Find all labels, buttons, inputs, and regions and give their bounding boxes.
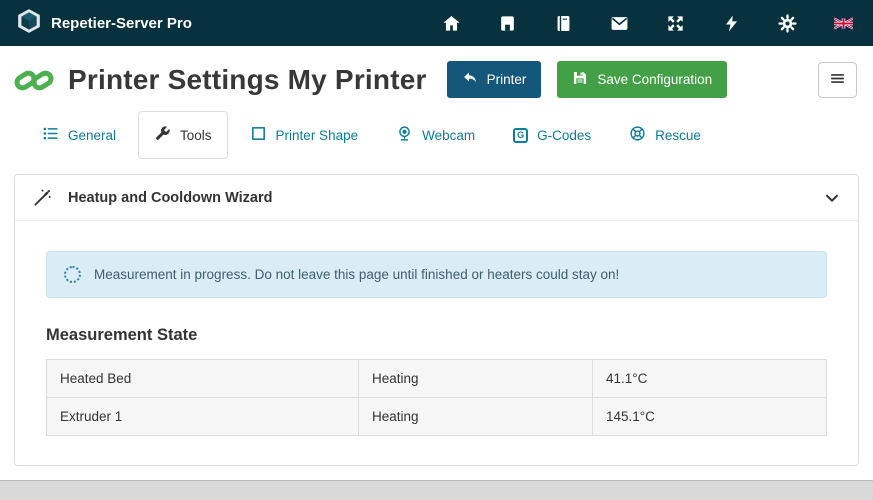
tab-label: Rescue	[655, 128, 701, 143]
tab-webcam[interactable]: Webcam	[380, 111, 491, 159]
power-bolt-icon[interactable]	[722, 14, 741, 33]
spinner-icon	[64, 266, 81, 283]
tab-label: General	[68, 128, 116, 143]
device-cell: Heated Bed	[47, 360, 359, 398]
printer-back-button[interactable]: Printer	[447, 61, 542, 98]
temperature-cell: 41.1°C	[593, 360, 827, 398]
save-configuration-button[interactable]: Save Configuration	[557, 61, 727, 98]
panel-header-toggle[interactable]: Heatup and Cooldown Wizard	[15, 175, 858, 221]
brand-home-link[interactable]: Repetier-Server Pro	[16, 8, 192, 38]
settings-tabs: General Tools Printer Shape Webcam G G-C…	[0, 111, 873, 159]
tab-label: G-Codes	[537, 128, 591, 143]
device-cell: Extruder 1	[47, 398, 359, 436]
temperature-cell: 145.1°C	[593, 398, 827, 436]
measurement-state-heading: Measurement State	[46, 326, 827, 345]
table-row: Extruder 1 Heating 145.1°C	[47, 398, 827, 436]
tab-tools[interactable]: Tools	[138, 111, 228, 159]
tab-label: Tools	[180, 128, 212, 143]
messages-mail-icon[interactable]	[610, 14, 629, 33]
chain-link-icon	[14, 62, 54, 98]
printer-icon[interactable]	[498, 14, 517, 33]
save-button-label: Save Configuration	[597, 72, 712, 87]
gcode-icon: G	[513, 128, 528, 143]
fullscreen-expand-icon[interactable]	[666, 14, 685, 33]
list-icon	[42, 125, 59, 145]
header-buttons: Printer Save Configuration	[447, 61, 728, 98]
life-buoy-icon	[629, 125, 646, 145]
wrench-icon	[154, 125, 171, 145]
panel-title: Heatup and Cooldown Wizard	[68, 190, 272, 206]
tab-general[interactable]: General	[26, 111, 132, 159]
app-window: Repetier-Server Pro	[0, 0, 873, 481]
tab-label: Webcam	[422, 128, 475, 143]
manual-book-icon[interactable]	[554, 14, 573, 33]
heatup-cooldown-panel: Heatup and Cooldown Wizard Measurement i…	[14, 174, 859, 466]
tab-printer-shape[interactable]: Printer Shape	[234, 111, 375, 159]
wizard-wand-icon	[33, 188, 52, 207]
printer-button-label: Printer	[487, 72, 527, 87]
tab-rescue[interactable]: Rescue	[613, 111, 717, 159]
hamburger-menu-button[interactable]	[818, 62, 857, 98]
webcam-icon	[396, 125, 413, 145]
repetier-logo-icon	[16, 8, 42, 38]
page-header: Printer Settings My Printer Printer	[0, 46, 873, 107]
measurement-progress-alert: Measurement in progress. Do not leave th…	[46, 251, 827, 298]
home-icon[interactable]	[442, 14, 461, 33]
alert-text: Measurement in progress. Do not leave th…	[94, 267, 619, 282]
page-title: Printer Settings My Printer	[68, 64, 427, 96]
state-cell: Heating	[359, 398, 593, 436]
panel-body: Measurement in progress. Do not leave th…	[15, 221, 858, 436]
chevron-down-icon[interactable]	[824, 190, 840, 206]
top-navbar: Repetier-Server Pro	[0, 0, 873, 46]
table-row: Heated Bed Heating 41.1°C	[47, 360, 827, 398]
hamburger-icon	[829, 70, 846, 90]
back-arrow-icon	[462, 70, 478, 89]
settings-gear-icon[interactable]	[778, 14, 797, 33]
navbar-icon-group	[442, 14, 853, 33]
language-flag-icon[interactable]	[834, 14, 853, 33]
tab-gcodes[interactable]: G G-Codes	[497, 111, 607, 159]
tab-label: Printer Shape	[276, 128, 359, 143]
measurement-table: Heated Bed Heating 41.1°C Extruder 1 Hea…	[46, 359, 827, 436]
state-cell: Heating	[359, 360, 593, 398]
square-shape-icon	[250, 125, 267, 145]
brand-label: Repetier-Server Pro	[51, 15, 192, 32]
save-floppy-icon	[572, 70, 588, 89]
